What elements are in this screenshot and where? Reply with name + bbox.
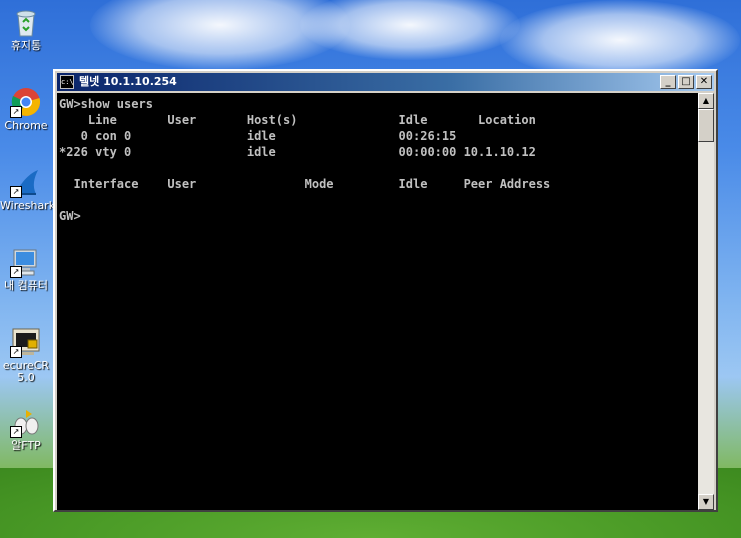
minimize-button[interactable]: _ <box>660 75 676 89</box>
shortcut-arrow-icon: ↗ <box>10 426 22 438</box>
terminal-line: GW>show users <box>59 97 153 111</box>
desktop-icon-label: 알FTP <box>11 439 41 452</box>
shortcut-arrow-icon: ↗ <box>10 266 22 278</box>
maximize-button[interactable]: □ <box>678 75 694 89</box>
desktop-icon-recycle-bin[interactable]: 휴지통 <box>0 6 52 52</box>
telnet-window[interactable]: c:\ 텔넷 10.1.10.254 _ □ ✕ GW>show users L… <box>53 69 718 512</box>
cloud <box>300 0 520 60</box>
shortcut-arrow-icon: ↗ <box>10 346 22 358</box>
alftp-icon: ↗ <box>10 406 42 438</box>
console-icon: c:\ <box>60 75 74 89</box>
desktop-icon-securecrt[interactable]: ↗ ecureCR 5.0 <box>0 326 52 384</box>
desktop-icon-my-computer[interactable]: ↗ 내 컴퓨터 <box>0 246 52 292</box>
desktop-icon-wireshark[interactable]: ↗ Wireshark <box>0 166 56 212</box>
window-titlebar[interactable]: c:\ 텔넷 10.1.10.254 _ □ ✕ <box>57 73 714 91</box>
desktop-icon-label: ecureCR 5.0 <box>2 359 50 384</box>
close-button[interactable]: ✕ <box>696 75 712 89</box>
terminal-output[interactable]: GW>show users Line User Host(s) Idle Loc… <box>57 93 698 510</box>
terminal-line: 0 con 0 idle 00:26:15 <box>59 129 457 143</box>
desktop-icon-label: 내 컴퓨터 <box>4 279 48 292</box>
terminal-line: Interface User Mode Idle Peer Address <box>59 177 551 191</box>
securecrt-icon: ↗ <box>10 326 42 358</box>
desktop-icon-chrome[interactable]: ↗ Chrome <box>0 86 52 132</box>
terminal-line: *226 vty 0 idle 00:00:00 10.1.10.12 <box>59 145 536 159</box>
shortcut-arrow-icon: ↗ <box>10 106 22 118</box>
recycle-bin-icon <box>10 6 42 38</box>
my-computer-icon: ↗ <box>10 246 42 278</box>
desktop-icon-alftp[interactable]: ↗ 알FTP <box>0 406 52 452</box>
scroll-thumb[interactable] <box>698 109 714 142</box>
terminal-line <box>57 192 698 208</box>
window-title: 텔넷 10.1.10.254 <box>79 75 177 88</box>
terminal-line <box>57 160 698 176</box>
scroll-down-button[interactable]: ▼ <box>698 494 714 510</box>
cloud <box>500 0 740 80</box>
chrome-icon: ↗ <box>10 86 42 118</box>
vertical-scrollbar[interactable]: ▲ ▼ <box>698 93 714 510</box>
shortcut-arrow-icon: ↗ <box>10 186 22 198</box>
terminal-prompt: GW> <box>59 209 81 223</box>
wireshark-icon: ↗ <box>10 166 42 198</box>
desktop-icon-label: 휴지통 <box>10 39 42 52</box>
scroll-up-button[interactable]: ▲ <box>698 93 714 109</box>
desktop-icon-label: Chrome <box>4 119 48 132</box>
terminal-line: Line User Host(s) Idle Location <box>59 113 536 127</box>
desktop-icon-label: Wireshark <box>0 199 56 212</box>
